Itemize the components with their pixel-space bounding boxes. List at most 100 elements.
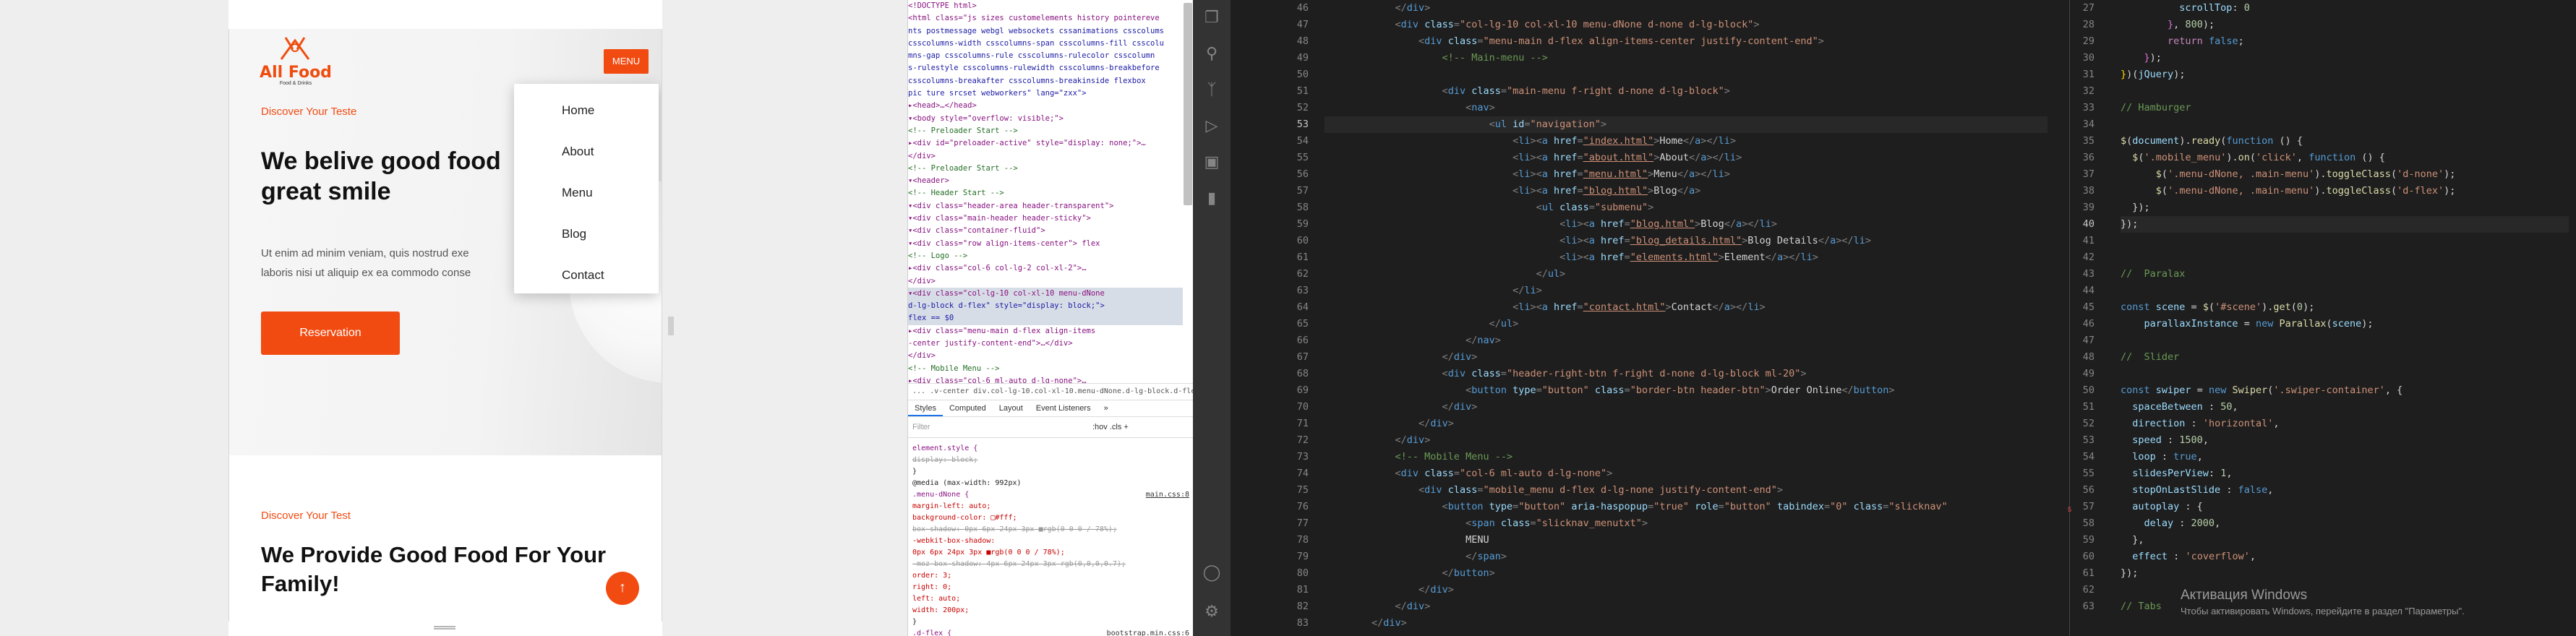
code-line[interactable]: // Paralax	[2121, 266, 2569, 283]
menu-button[interactable]: MENU	[604, 49, 649, 74]
styles-filter-actions[interactable]: :hov .cls +	[1092, 423, 1129, 431]
code-line[interactable]: </ul>	[1325, 266, 2047, 283]
code-line[interactable]: </nav>	[1325, 332, 2047, 349]
code-line[interactable]: </div>	[1325, 615, 2047, 632]
dom-node-line[interactable]: d-lg-block d-flex" style="display: block…	[908, 300, 1183, 313]
style-source-link[interactable]: main.css:8	[1146, 489, 1189, 501]
dom-node-line[interactable]: ▾<div class="main-header header-sticky">	[908, 212, 1183, 225]
dom-breadcrumb[interactable]: ... .v-center div.col-lg-10.col-xl-10.me…	[908, 383, 1193, 399]
code-line[interactable]: delay : 2000,	[2121, 515, 2569, 532]
code-line[interactable]: const swiper = new Swiper('.swiper-conta…	[2121, 382, 2569, 399]
styles-filter-input[interactable]: Filter	[912, 423, 930, 431]
code-line[interactable]: <li><a href="index.html">Home</a></li>	[1325, 133, 2047, 150]
dom-node-line[interactable]: ▸<head>…</head>	[908, 100, 1183, 112]
dom-node-line[interactable]: s-rulestyle csscolumns-rulewidth csscolu…	[908, 62, 1183, 74]
code-line[interactable]	[2121, 249, 2569, 266]
code-line[interactable]: })(jQuery);	[2121, 66, 2569, 83]
dropdown-item-about[interactable]: About	[514, 131, 659, 172]
code-line[interactable]: speed : 1500,	[2121, 432, 2569, 449]
code-line[interactable]: <li><a href="menu.html">Menu</a></li>	[1325, 166, 2047, 183]
code-line[interactable]: </span>	[1325, 549, 2047, 565]
reservation-button[interactable]: Reservation	[261, 311, 400, 355]
code-line[interactable]: autoplay : {	[2121, 499, 2569, 515]
style-source-link[interactable]: bootstrap.min.css:6	[1107, 628, 1189, 636]
code-line[interactable]: const scene = $('#scene').get(0);	[2121, 299, 2569, 316]
code-line[interactable]: <li><a href="blog_details.html">Blog Det…	[1325, 233, 2047, 249]
code-line[interactable]: stopOnLastSlide : false,	[2121, 482, 2569, 499]
code-line[interactable]: </div>	[1325, 416, 2047, 432]
code-line[interactable]: <li><a href="about.html">About</a></li>	[1325, 150, 2047, 166]
viewport-resize-handle-right[interactable]	[668, 317, 674, 335]
dom-node-line[interactable]: csscolumns-width csscolumns-span csscolu…	[908, 38, 1183, 50]
code-line[interactable]: // Hamburger	[2121, 100, 2569, 116]
account-icon[interactable]: ◯	[1200, 561, 1223, 584]
code-line[interactable]	[2121, 83, 2569, 100]
code-line[interactable]: <li><a href="blog.html">Blog</a>	[1325, 183, 2047, 199]
code-line[interactable]: $('.menu-dNone, .main-menu').toggleClass…	[2121, 166, 2569, 183]
code-line[interactable]: $('.mobile_menu').on('click', function (…	[2121, 150, 2569, 166]
dom-node-line[interactable]: ▾<body style="overflow: visible;">	[908, 113, 1183, 125]
code-line[interactable]	[2121, 366, 2569, 382]
dom-node-line[interactable]: pic ture srcset webworkers" lang="zxx">	[908, 87, 1183, 100]
code-line[interactable]: <div class="col-lg-10 col-xl-10 menu-dNo…	[1325, 17, 2047, 33]
extensions-icon[interactable]: ▣	[1200, 150, 1223, 173]
elements-scrollbar[interactable]	[1184, 3, 1192, 205]
run-debug-icon[interactable]: ▷	[1200, 114, 1223, 137]
code-line[interactable]	[1325, 66, 2047, 83]
code-line[interactable]: </div>	[1325, 349, 2047, 366]
dom-node-line[interactable]: <!-- Logo -->	[908, 250, 1183, 262]
code-line[interactable]: </div>	[1325, 399, 2047, 416]
site-logo[interactable]: All Food Food & Drinks	[245, 35, 346, 86]
bookmark-icon[interactable]: ▮	[1200, 186, 1223, 210]
code-line[interactable]: parallaxInstance = new Parallax(scene);	[2121, 316, 2569, 332]
dom-node-line[interactable]: nts postmessage webgl websockets cssanim…	[908, 25, 1183, 38]
code-line[interactable]: slidesPerView: 1,	[2121, 465, 2569, 482]
code-line[interactable]: </button>	[1325, 565, 2047, 582]
dom-node-line[interactable]: ▸<div id="preloader-active" style="displ…	[908, 137, 1183, 150]
code-line[interactable]: <li><a href="elements.html">Element</a><…	[1325, 249, 2047, 266]
code-line[interactable]: // Slider	[2121, 349, 2569, 366]
code-line[interactable]: </li>	[1325, 283, 2047, 299]
dom-node-line[interactable]: csscolumns-breakafter csscolumns-breakin…	[908, 75, 1183, 87]
code-line[interactable]: <ul id="navigation">	[1325, 116, 2047, 133]
code-line[interactable]: </div>	[1325, 598, 2047, 615]
dom-node-line[interactable]: ▾<div class="col-lg-10 col-xl-10 menu-dN…	[908, 287, 1183, 301]
code-line[interactable]: });	[2121, 565, 2569, 582]
code-line[interactable]: <div class="col-6 ml-auto d-lg-none">	[1325, 465, 2047, 482]
code-line[interactable]: <span class="slicknav_menutxt">	[1325, 515, 2047, 532]
code-line[interactable]: effect : 'coverflow',	[2121, 549, 2569, 565]
explorer-icon[interactable]: ❐	[1200, 6, 1223, 29]
dropdown-item-menu[interactable]: Menu	[514, 172, 659, 213]
dropdown-item-home[interactable]: Home	[514, 90, 659, 131]
tab-event-listeners[interactable]: Event Listeners	[1030, 400, 1097, 416]
code-line[interactable]: MENU	[1325, 532, 2047, 549]
dom-node-line[interactable]: ▾<div class="container-fluid">	[908, 225, 1183, 237]
code-line[interactable]: scrollTop: 0	[2121, 0, 2569, 17]
dom-node-line[interactable]: </div>	[908, 275, 1183, 288]
dom-node-line[interactable]: <!-- Mobile Menu -->	[908, 363, 1183, 375]
code-line[interactable]: }, 800);	[2121, 17, 2569, 33]
code-line[interactable]: <li><a href="contact.html">Contact</a></…	[1325, 299, 2047, 316]
dom-node-line[interactable]: <!-- Header Start -->	[908, 187, 1183, 199]
settings-icon[interactable]: ⚙	[1200, 600, 1223, 623]
code-line[interactable]: $(document).ready(function () {	[2121, 133, 2569, 150]
tab-more[interactable]: »	[1097, 400, 1115, 416]
dom-node-line[interactable]: ▸<div class="col-6 ml-auto d-lg-none">…	[908, 375, 1183, 383]
code-line[interactable]: });	[2121, 50, 2569, 66]
code-line[interactable]: });	[2121, 199, 2569, 216]
dom-node-line[interactable]: </div>	[908, 150, 1183, 163]
code-line[interactable]: <div class="menu-main d-flex align-items…	[1325, 33, 2047, 50]
scroll-to-top-button[interactable]: ↑	[606, 572, 639, 605]
code-line[interactable]: return false;	[2121, 33, 2569, 50]
code-line[interactable]: <div class="header-right-btn f-right d-n…	[1325, 366, 2047, 382]
code-line[interactable]: <button type="button" aria-haspopup="tru…	[1325, 499, 2047, 515]
html-code[interactable]: </div> <div class="col-lg-10 col-xl-10 m…	[1325, 0, 2047, 636]
code-line[interactable]: <!-- Main-menu -->	[1325, 50, 2047, 66]
code-line[interactable]: $('.menu-dNone, .main-menu').toggleClass…	[2121, 183, 2569, 199]
js-code[interactable]: scrollTop: 0 }, 800); return false; });}…	[2121, 0, 2569, 636]
dom-node-line[interactable]: ▸<div class="col-6 col-lg-2 col-xl-2">…	[908, 262, 1183, 275]
dom-node-line[interactable]: -center justify-content-end">…</div>	[908, 338, 1183, 350]
js-editor-pane[interactable]: 27 28 29 30 31 32 33 34 35 36 37 38 39 40 41 42 43 44 45 46…	[2070, 0, 2576, 636]
elements-tree[interactable]: <!DOCTYPE html> <html class="js sizes cus…	[908, 0, 1183, 383]
code-line[interactable]: <nav>	[1325, 100, 2047, 116]
